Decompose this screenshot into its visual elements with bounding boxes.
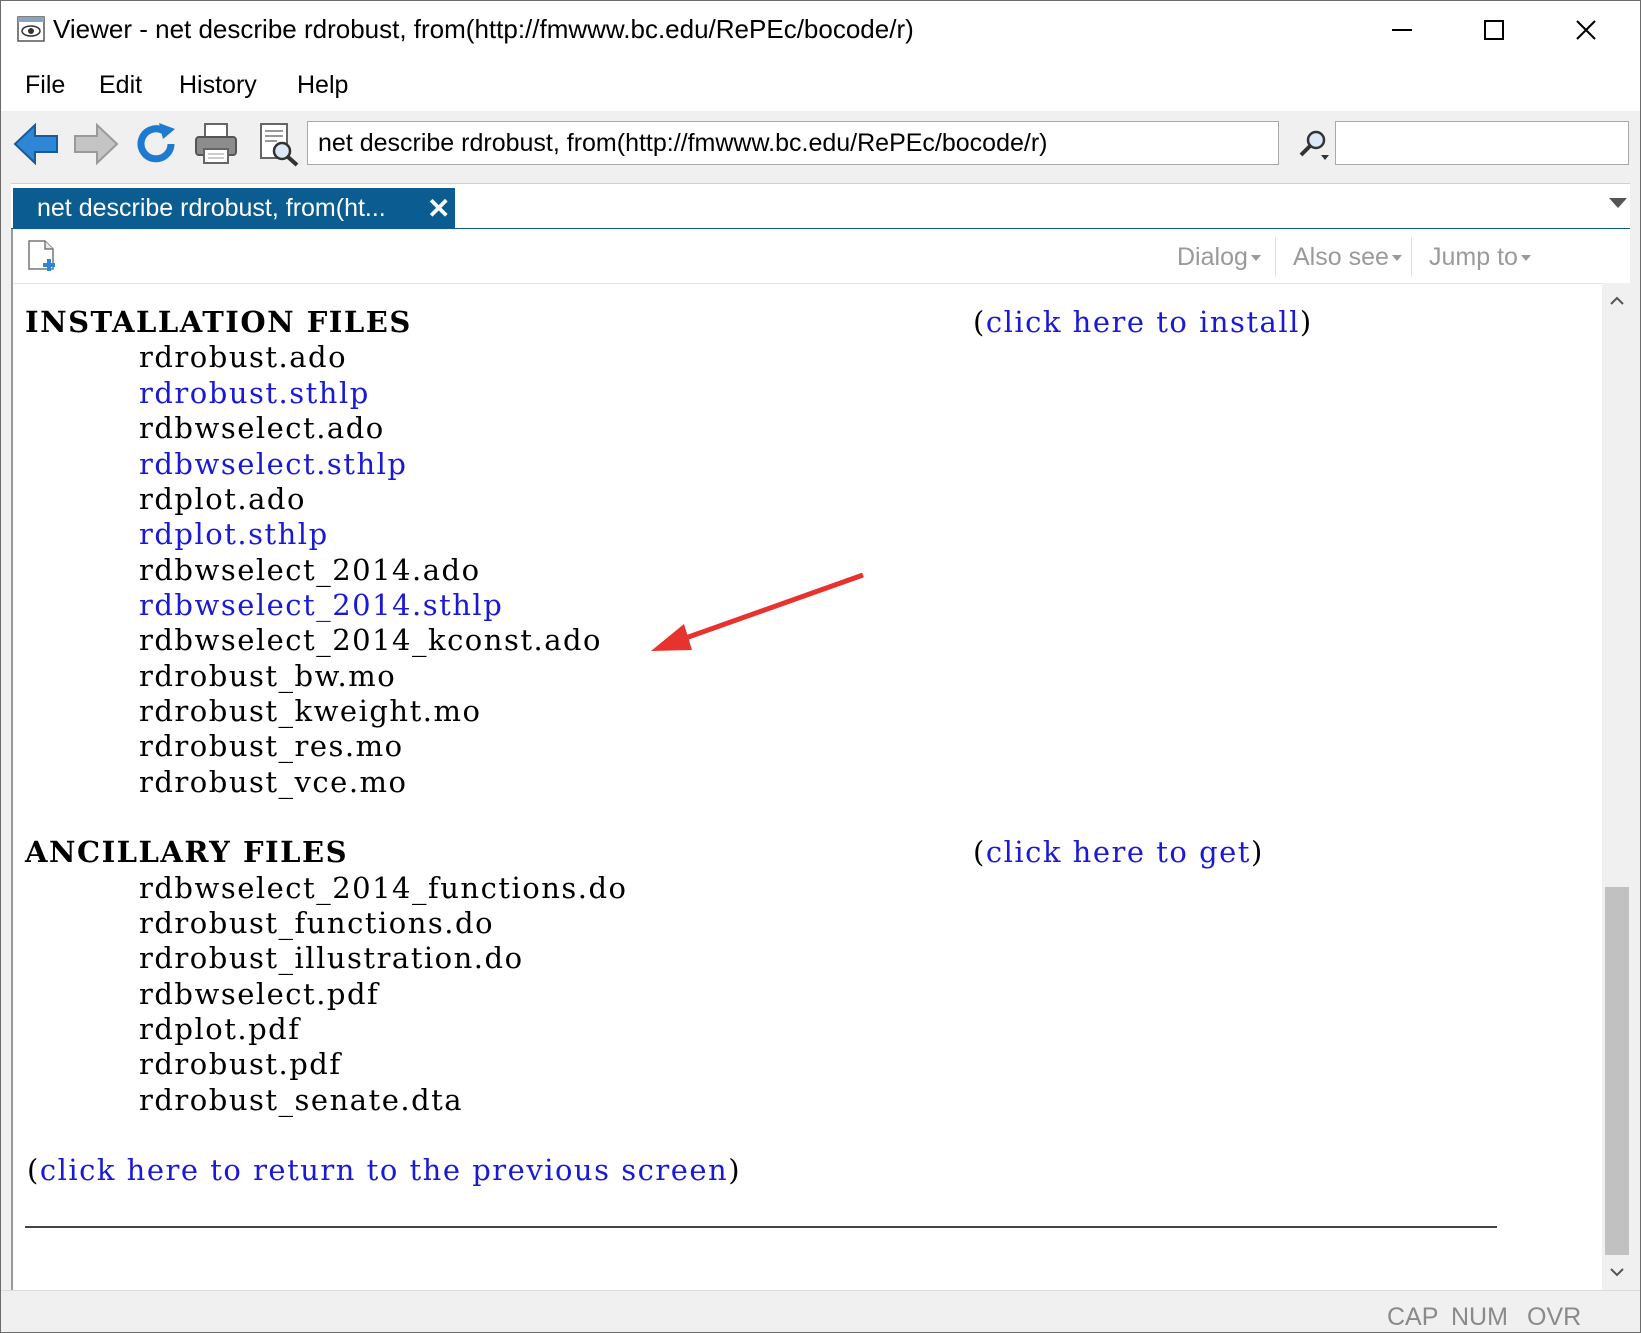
help-toolbar: Dialog Also see Jump to (13, 229, 1630, 284)
viewer-content: Dialog Also see Jump to INSTALLATION FIL… (11, 229, 1632, 1290)
status-ovr: OVR (1527, 1303, 1582, 1331)
install-file: rdbwselect.ado (139, 411, 385, 445)
scroll-down-button[interactable] (1602, 1256, 1632, 1290)
menu-help[interactable]: Help (297, 71, 348, 100)
print-icon (195, 123, 237, 164)
menu-edit[interactable]: Edit (99, 71, 142, 100)
install-link-line: (click here to install) (973, 305, 1313, 339)
scroll-up-button[interactable] (1602, 283, 1632, 317)
tab-label: net describe rdrobust, from(ht... (37, 194, 386, 222)
ancillary-file: rdrobust_senate.dta (139, 1083, 464, 1117)
paren-open: ( (27, 1153, 40, 1187)
return-link[interactable]: click here to return to the previous scr… (40, 1153, 728, 1187)
window-title: Viewer - net describe rdrobust, from(htt… (53, 14, 914, 44)
forward-arrow-icon (74, 122, 119, 166)
also-see-label: Also see (1293, 243, 1389, 271)
status-bar: CAP NUM OVR (1, 1290, 1640, 1332)
chevron-up-icon (1610, 296, 1624, 305)
search-icon (1299, 130, 1329, 160)
paren-open: ( (973, 835, 986, 869)
dialog-chevron-down-icon (1250, 255, 1261, 262)
dialog-label: Dialog (1177, 243, 1248, 271)
install-file-help-link[interactable]: rdbwselect_2014.sthlp (139, 588, 503, 622)
refresh-button[interactable] (131, 119, 181, 169)
new-viewer-icon[interactable] (25, 239, 59, 275)
status-cap: CAP (1387, 1303, 1439, 1331)
scroll-thumb[interactable] (1605, 887, 1629, 1255)
install-file: rdbwselect_2014_kconst.ado (139, 623, 603, 657)
install-file: rdrobust_bw.mo (139, 659, 397, 693)
menu-history[interactable]: History (179, 71, 257, 100)
forward-button[interactable] (71, 119, 121, 169)
minimize-button[interactable] (1357, 1, 1447, 59)
jump-to-menu[interactable]: Jump to (1429, 243, 1531, 272)
install-file: rdrobust_kweight.mo (139, 694, 482, 728)
search-input[interactable] (1335, 121, 1629, 165)
also-see-chevron-down-icon (1391, 255, 1402, 262)
install-link[interactable]: click here to install (986, 305, 1300, 339)
install-file: rdrobust_vce.mo (139, 765, 408, 799)
command-input[interactable]: net describe rdrobust, from(http://fmwww… (307, 121, 1279, 165)
refresh-icon (137, 123, 175, 163)
install-file: rdrobust_res.mo (139, 729, 404, 763)
tab-close-icon[interactable]: ✕ (427, 192, 450, 225)
ancillary-file: rdbwselect_2014_functions.do (139, 871, 628, 905)
maximize-button[interactable] (1449, 1, 1539, 59)
document-body: INSTALLATION FILES (click here to instal… (13, 283, 1600, 1290)
status-num: NUM (1451, 1303, 1508, 1331)
get-link-line: (click here to get) (973, 835, 1264, 869)
install-file-help-link[interactable]: rdplot.sthlp (139, 517, 329, 551)
back-arrow-icon (13, 122, 58, 166)
install-file: rdrobust.ado (139, 340, 348, 374)
ancillary-file: rdbwselect.pdf (139, 977, 380, 1011)
ancillary-file: rdplot.pdf (139, 1012, 301, 1046)
menu-bar: File Edit History Help (1, 59, 1640, 112)
divider (25, 1226, 1497, 1228)
jump-to-label: Jump to (1429, 243, 1518, 271)
ancillary-file: rdrobust.pdf (139, 1047, 342, 1081)
toolbar: net describe rdrobust, from(http://fmwww… (1, 111, 1640, 177)
title-bar: Viewer - net describe rdrobust, from(htt… (1, 1, 1640, 59)
back-button[interactable] (11, 119, 61, 169)
ancillary-file: rdrobust_illustration.do (139, 941, 524, 975)
find-document-icon (260, 123, 299, 167)
dialog-menu[interactable]: Dialog (1177, 243, 1261, 272)
paren-open: ( (973, 305, 986, 339)
maximize-icon (1484, 20, 1504, 40)
tab-strip: net describe rdrobust, from(ht... ✕ (11, 183, 1630, 231)
menu-file[interactable]: File (25, 71, 65, 100)
close-window-button[interactable] (1541, 1, 1631, 59)
tab-list-chevron-down-icon[interactable] (1609, 198, 1627, 208)
install-file-help-link[interactable]: rdbwselect.sthlp (139, 447, 407, 481)
install-file-help-link[interactable]: rdrobust.sthlp (139, 376, 370, 410)
close-icon (1576, 20, 1596, 40)
separator (1275, 237, 1276, 277)
search-button[interactable] (1289, 119, 1339, 169)
return-link-line: (click here to return to the previous sc… (27, 1153, 741, 1187)
install-file: rdbwselect_2014.ado (139, 553, 481, 587)
paren-close: ) (728, 1153, 742, 1187)
paren-close: ) (1299, 305, 1313, 339)
also-see-menu[interactable]: Also see (1293, 243, 1402, 272)
separator (1411, 237, 1412, 277)
get-link[interactable]: click here to get (986, 835, 1251, 869)
tab-net-describe[interactable]: net describe rdrobust, from(ht... ✕ (13, 188, 455, 228)
install-file: rdplot.ado (139, 482, 306, 516)
find-button[interactable] (253, 119, 303, 169)
vertical-scrollbar[interactable] (1602, 283, 1632, 1290)
chevron-down-icon (1610, 1268, 1624, 1277)
ancillary-file: rdrobust_functions.do (139, 906, 495, 940)
print-button[interactable] (191, 119, 241, 169)
jump-to-chevron-down-icon (1520, 255, 1531, 262)
ancillary-header: ANCILLARY FILES (25, 835, 349, 869)
minimize-icon (1392, 29, 1412, 31)
installation-header: INSTALLATION FILES (25, 305, 412, 339)
viewer-window: Viewer - net describe rdrobust, from(htt… (0, 0, 1641, 1333)
viewer-eye-icon (17, 16, 45, 42)
paren-close: ) (1250, 835, 1264, 869)
